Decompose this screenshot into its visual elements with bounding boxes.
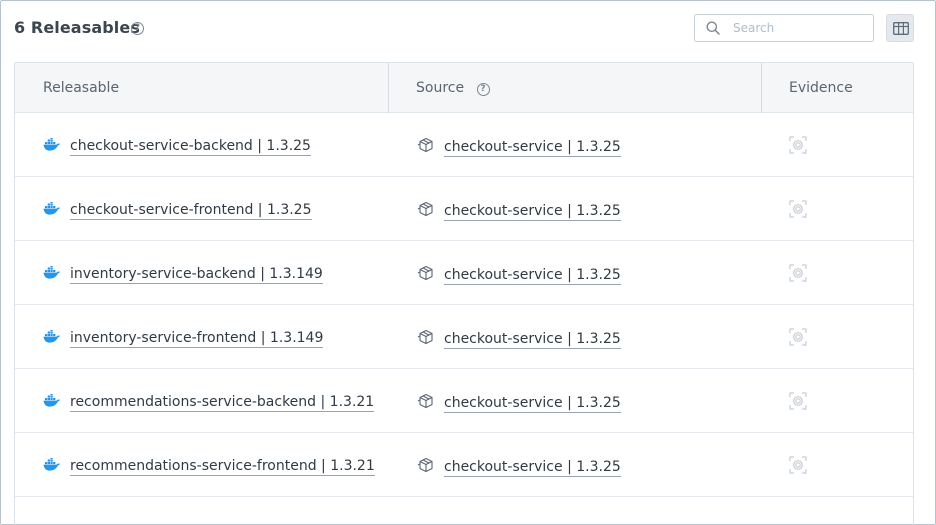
evidence-icon[interactable] — [789, 200, 807, 222]
package-icon — [417, 201, 435, 221]
releasable-link[interactable]: recommendations-service-backend | 1.3.21 — [70, 393, 375, 412]
columns-button[interactable] — [886, 14, 914, 42]
search-icon — [706, 21, 720, 35]
releasable-cell: recommendations-service-frontend | 1.3.2… — [43, 455, 375, 476]
releasable-link[interactable]: checkout-service-frontend | 1.3.25 — [70, 201, 312, 220]
evidence-cell — [789, 392, 807, 414]
source-link[interactable]: checkout-service | 1.3.25 — [444, 458, 621, 477]
releasable-cell: checkout-service-backend | 1.3.25 — [43, 135, 311, 156]
table-row: recommendations-service-backend | 1.3.21… — [15, 369, 913, 433]
table-row: checkout-service-backend | 1.3.25 checko… — [15, 113, 913, 177]
evidence-icon[interactable] — [789, 392, 807, 414]
table-row: recommendations-service-frontend | 1.3.2… — [15, 433, 913, 497]
evidence-icon[interactable] — [789, 456, 807, 478]
columns-icon — [893, 22, 909, 35]
package-icon — [417, 457, 435, 477]
search-box[interactable] — [694, 14, 874, 42]
package-icon — [417, 393, 435, 413]
evidence-cell — [789, 200, 807, 222]
source-link[interactable]: checkout-service | 1.3.25 — [444, 394, 621, 413]
releasable-link[interactable]: inventory-service-backend | 1.3.149 — [70, 265, 323, 284]
column-divider[interactable] — [388, 63, 389, 113]
releasables-header: 6 Releasables ? — [14, 13, 914, 43]
evidence-icon[interactable] — [789, 264, 807, 286]
column-header-releasable[interactable]: Releasable — [43, 63, 119, 113]
source-link[interactable]: checkout-service | 1.3.25 — [444, 330, 621, 349]
source-link[interactable]: checkout-service | 1.3.25 — [444, 202, 621, 221]
source-cell: checkout-service | 1.3.25 — [417, 392, 621, 413]
docker-icon — [43, 328, 61, 347]
evidence-icon[interactable] — [789, 136, 807, 158]
evidence-icon[interactable] — [789, 328, 807, 350]
table-header: Releasable Source ? Evidence — [15, 63, 913, 113]
evidence-cell — [789, 264, 807, 286]
releasable-cell: checkout-service-frontend | 1.3.25 — [43, 199, 312, 220]
docker-icon — [43, 264, 61, 283]
source-cell: checkout-service | 1.3.25 — [417, 264, 621, 285]
package-icon — [417, 137, 435, 157]
releasable-link[interactable]: inventory-service-frontend | 1.3.149 — [70, 329, 324, 348]
releasable-cell: recommendations-service-backend | 1.3.21 — [43, 391, 375, 412]
column-header-source-label: Source — [416, 80, 465, 96]
search-input[interactable] — [733, 19, 863, 37]
package-icon — [417, 265, 435, 285]
table-row: inventory-service-backend | 1.3.149 chec… — [15, 241, 913, 305]
page-title: 6 Releasables — [14, 18, 140, 37]
help-icon[interactable]: ? — [131, 22, 144, 35]
releasable-link[interactable]: checkout-service-backend | 1.3.25 — [70, 137, 311, 156]
column-header-evidence[interactable]: Evidence — [789, 63, 853, 113]
releasable-cell: inventory-service-frontend | 1.3.149 — [43, 327, 324, 348]
table-row: inventory-service-frontend | 1.3.149 che… — [15, 305, 913, 369]
releasable-cell: inventory-service-backend | 1.3.149 — [43, 263, 323, 284]
releasable-link[interactable]: recommendations-service-frontend | 1.3.2… — [70, 457, 375, 476]
evidence-cell — [789, 328, 807, 350]
docker-icon — [43, 200, 61, 219]
source-link[interactable]: checkout-service | 1.3.25 — [444, 266, 621, 285]
source-cell: checkout-service | 1.3.25 — [417, 136, 621, 157]
source-cell: checkout-service | 1.3.25 — [417, 200, 621, 221]
releasables-table: Releasable Source ? Evidence checkout-se… — [14, 62, 914, 525]
source-link[interactable]: checkout-service | 1.3.25 — [444, 138, 621, 157]
column-divider[interactable] — [761, 63, 762, 113]
table-row: checkout-service-frontend | 1.3.25 check… — [15, 177, 913, 241]
source-cell: checkout-service | 1.3.25 — [417, 328, 621, 349]
docker-icon — [43, 136, 61, 155]
source-cell: checkout-service | 1.3.25 — [417, 456, 621, 477]
help-icon[interactable]: ? — [476, 83, 490, 96]
evidence-cell — [789, 136, 807, 158]
docker-icon — [43, 392, 61, 411]
docker-icon — [43, 456, 61, 475]
package-icon — [417, 329, 435, 349]
column-header-source[interactable]: Source ? — [416, 63, 490, 113]
evidence-cell — [789, 456, 807, 478]
